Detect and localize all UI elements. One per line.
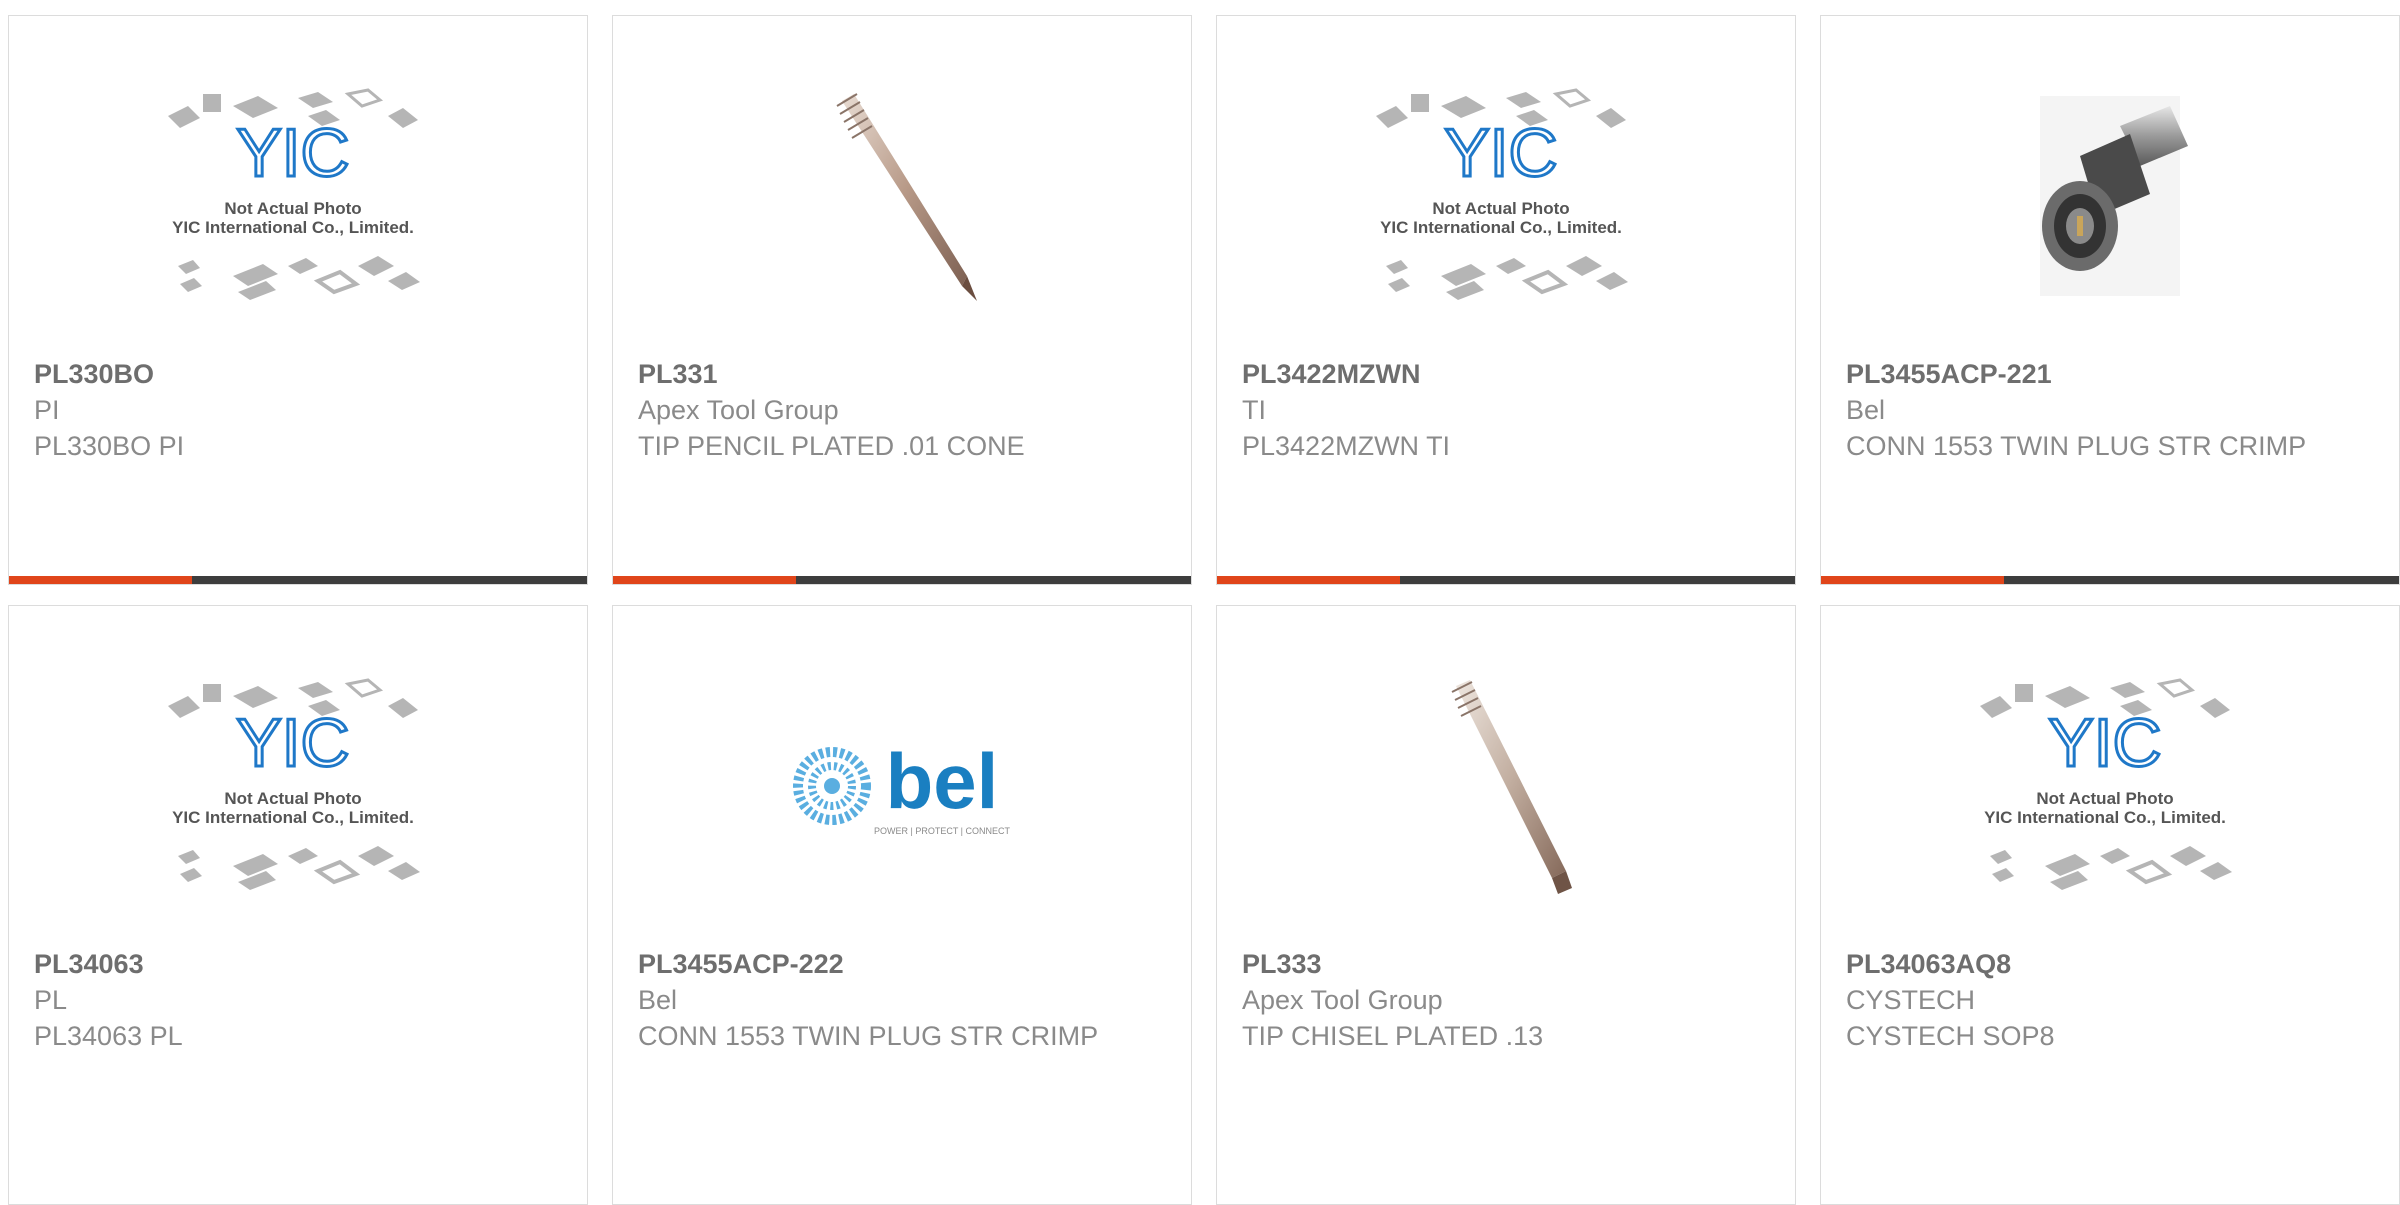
product-image-placeholder[interactable]: YIC Not Actual Photo YIC International C… [9,626,587,956]
card-bottom-bar [1821,576,2399,584]
manufacturer: Bel [638,985,678,1015]
yic-placeholder-icon: YIC Not Actual Photo YIC International C… [168,88,420,300]
product-card[interactable]: bel POWER | PROTECT | CONNECT PL3455ACP-… [612,605,1192,1205]
yic-placeholder-icon: YIC Not Actual Photo YIC International C… [168,678,420,890]
product-info: PL3455ACP-221 Bel CONN 1553 TWIN PLUG ST… [1846,356,2374,464]
svg-text:Not Actual Photo: Not Actual Photo [1432,199,1569,218]
manufacturer: PI [34,395,60,425]
part-number[interactable]: PL330BO [34,356,562,392]
card-bottom-bar [9,576,587,584]
product-image-placeholder[interactable]: YIC Not Actual Photo YIC International C… [1217,36,1795,366]
manufacturer: Apex Tool Group [638,395,839,425]
description: TIP PENCIL PLATED .01 CONE [638,431,1025,461]
soldering-cone-tip-icon [836,93,977,301]
svg-text:YIC: YIC [2048,705,2161,781]
product-info: PL331 Apex Tool Group TIP PENCIL PLATED … [638,356,1166,464]
svg-text:YIC International Co., Limited: YIC International Co., Limited. [1380,218,1622,237]
product-image[interactable]: bel POWER | PROTECT | CONNECT [613,626,1191,956]
product-card[interactable]: YIC Not Actual Photo YIC International C… [1216,15,1796,585]
product-grid: YIC Not Actual Photo YIC International C… [8,15,2400,1205]
card-accent [613,576,796,584]
product-image[interactable] [613,36,1191,366]
product-image-placeholder[interactable]: YIC Not Actual Photo YIC International C… [1821,626,2399,956]
card-accent [9,576,192,584]
part-number[interactable]: PL34063AQ8 [1846,946,2374,982]
description: PL330BO PI [34,431,185,461]
product-card[interactable]: PL3455ACP-221 Bel CONN 1553 TWIN PLUG ST… [1820,15,2400,585]
card-bottom-bar [613,576,1191,584]
product-info: PL34063 PL PL34063 PL [34,946,562,1054]
description: CONN 1553 TWIN PLUG STR CRIMP [1846,431,2307,461]
product-card[interactable]: YIC Not Actual Photo YIC International C… [8,15,588,585]
part-number[interactable]: PL3455ACP-222 [638,946,1166,982]
description: CONN 1553 TWIN PLUG STR CRIMP [638,1021,1099,1051]
description: PL3422MZWN TI [1242,431,1451,461]
manufacturer: Apex Tool Group [1242,985,1443,1015]
part-number[interactable]: PL3455ACP-221 [1846,356,2374,392]
product-card[interactable]: YIC Not Actual Photo YIC International C… [1820,605,2400,1205]
svg-text:YIC: YIC [236,115,349,191]
part-number[interactable]: PL333 [1242,946,1770,982]
product-card[interactable]: YIC Not Actual Photo YIC International C… [8,605,588,1205]
manufacturer: CYSTECH [1846,985,1976,1015]
connector-plug-icon [2040,96,2188,296]
svg-text:bel: bel [886,737,999,825]
manufacturer: TI [1242,395,1266,425]
svg-text:YIC International Co., Limited: YIC International Co., Limited. [172,218,414,237]
yic-placeholder-icon: YIC Not Actual Photo YIC International C… [1376,88,1628,300]
bel-logo-icon: bel POWER | PROTECT | CONNECT [793,737,1011,836]
product-info: PL3422MZWN TI PL3422MZWN TI [1242,356,1770,464]
card-accent [1821,576,2004,584]
part-number[interactable]: PL34063 [34,946,562,982]
part-number[interactable]: PL3422MZWN [1242,356,1770,392]
product-image[interactable] [1217,626,1795,956]
svg-text:Not Actual Photo: Not Actual Photo [2036,789,2173,808]
card-bottom-bar [1217,576,1795,584]
product-info: PL34063AQ8 CYSTECH CYSTECH SOP8 [1846,946,2374,1054]
product-card[interactable]: PL333 Apex Tool Group TIP CHISEL PLATED … [1216,605,1796,1205]
soldering-chisel-tip-icon [1451,680,1572,894]
svg-text:Not Actual Photo: Not Actual Photo [224,789,361,808]
svg-text:YIC International Co., Limited: YIC International Co., Limited. [172,808,414,827]
manufacturer: PL [34,985,68,1015]
description: CYSTECH SOP8 [1846,1021,2055,1051]
product-info: PL330BO PI PL330BO PI [34,356,562,464]
card-accent [1217,576,1400,584]
svg-text:Not Actual Photo: Not Actual Photo [224,199,361,218]
product-info: PL3455ACP-222 Bel CONN 1553 TWIN PLUG ST… [638,946,1166,1054]
yic-placeholder-icon: YIC Not Actual Photo YIC International C… [1980,678,2232,890]
svg-text:YIC: YIC [236,705,349,781]
part-number[interactable]: PL331 [638,356,1166,392]
product-info: PL333 Apex Tool Group TIP CHISEL PLATED … [1242,946,1770,1054]
manufacturer: Bel [1846,395,1886,425]
description: TIP CHISEL PLATED .13 [1242,1021,1544,1051]
product-image[interactable] [1821,36,2399,366]
svg-text:YIC: YIC [1444,115,1557,191]
description: PL34063 PL [34,1021,183,1051]
product-card[interactable]: PL331 Apex Tool Group TIP PENCIL PLATED … [612,15,1192,585]
svg-text:POWER | PROTECT | CONNECT: POWER | PROTECT | CONNECT [874,826,1011,836]
svg-text:YIC International Co., Limited: YIC International Co., Limited. [1984,808,2226,827]
product-image-placeholder[interactable]: YIC Not Actual Photo YIC International C… [9,36,587,366]
